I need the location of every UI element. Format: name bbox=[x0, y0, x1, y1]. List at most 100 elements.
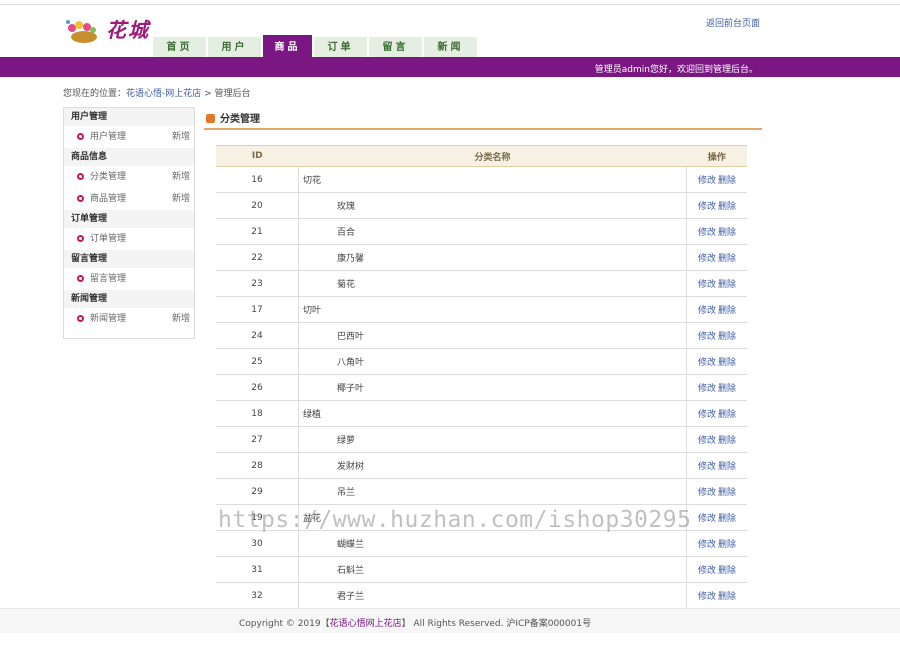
delete-link[interactable]: 删除 bbox=[718, 306, 736, 316]
table-row: 23 菊花 修改 删除 bbox=[216, 270, 747, 297]
table-row: 18 绿植 修改 删除 bbox=[216, 400, 747, 427]
nav-tab-home[interactable]: 首页 bbox=[153, 37, 206, 57]
edit-link[interactable]: 修改 bbox=[698, 514, 716, 524]
edit-link[interactable]: 修改 bbox=[698, 384, 716, 394]
sidebar-item-label: 订单管理 bbox=[90, 234, 127, 244]
column-header-name: 分类名称 bbox=[298, 145, 687, 167]
section-title: 分类管理 bbox=[206, 110, 260, 125]
edit-link[interactable]: 修改 bbox=[698, 254, 716, 264]
edit-link[interactable]: 修改 bbox=[698, 358, 716, 368]
welcome-text: 管理员admin您好，欢迎回到管理后台。 bbox=[594, 65, 758, 75]
delete-link[interactable]: 删除 bbox=[718, 540, 736, 550]
edit-link[interactable]: 修改 bbox=[698, 228, 716, 238]
column-header-id: ID bbox=[216, 145, 299, 167]
breadcrumb-separator: > bbox=[201, 89, 215, 99]
sidebar-add-user-link[interactable]: 新增 bbox=[172, 126, 190, 148]
cell-actions: 修改 删除 bbox=[686, 504, 747, 531]
delete-link[interactable]: 删除 bbox=[718, 176, 736, 186]
edit-link[interactable]: 修改 bbox=[698, 306, 716, 316]
table-row: 16 切花 修改 删除 bbox=[216, 166, 747, 193]
delete-link[interactable]: 删除 bbox=[718, 254, 736, 264]
nav-tab-orders[interactable]: 订单 bbox=[314, 37, 367, 57]
sidebar-item-news-manage[interactable]: 新闻管理 新增 bbox=[64, 308, 194, 330]
edit-link[interactable]: 修改 bbox=[698, 462, 716, 472]
delete-link[interactable]: 删除 bbox=[718, 410, 736, 420]
cell-category-name: 玫瑰 bbox=[298, 192, 687, 219]
return-frontend-link[interactable]: 返回前台页面 bbox=[706, 16, 760, 29]
bullet-icon bbox=[77, 195, 84, 202]
delete-link[interactable]: 删除 bbox=[718, 384, 736, 394]
table-row: 20 玫瑰 修改 删除 bbox=[216, 192, 747, 219]
sidebar-item-order-manage[interactable]: 订单管理 bbox=[64, 228, 194, 250]
nav-tab-products[interactable]: 商品 bbox=[263, 35, 312, 57]
edit-link[interactable]: 修改 bbox=[698, 488, 716, 498]
sidebar-item-product-manage[interactable]: 商品管理 新增 bbox=[64, 188, 194, 210]
cell-id: 27 bbox=[216, 426, 299, 453]
section-title-icon bbox=[206, 114, 215, 123]
sidebar-add-category-link[interactable]: 新增 bbox=[172, 166, 190, 188]
sidebar-item-user-manage[interactable]: 用户管理 新增 bbox=[64, 126, 194, 148]
cell-id: 16 bbox=[216, 166, 299, 193]
sidebar-item-label: 新闻管理 bbox=[90, 314, 127, 324]
table-row: 25 八角叶 修改 删除 bbox=[216, 348, 747, 375]
sidebar-group-products: 商品信息 bbox=[64, 148, 194, 166]
cell-actions: 修改 删除 bbox=[686, 426, 747, 453]
sidebar-group-messages: 留言管理 bbox=[64, 250, 194, 268]
delete-link[interactable]: 删除 bbox=[718, 436, 736, 446]
sidebar-item-label: 用户管理 bbox=[90, 132, 127, 142]
section-divider bbox=[204, 128, 762, 130]
footer-copyright: Copyright © 2019【花语心悟网上花店】 All Rights Re… bbox=[239, 616, 591, 629]
column-header-ops: 操作 bbox=[686, 145, 747, 167]
edit-link[interactable]: 修改 bbox=[698, 592, 716, 602]
breadcrumb-site-link[interactable]: 花语心悟-网上花店 bbox=[126, 89, 201, 99]
delete-link[interactable]: 删除 bbox=[718, 462, 736, 472]
delete-link[interactable]: 删除 bbox=[718, 358, 736, 368]
edit-link[interactable]: 修改 bbox=[698, 176, 716, 186]
sidebar-item-message-manage[interactable]: 留言管理 bbox=[64, 268, 194, 290]
sidebar-add-product-link[interactable]: 新增 bbox=[172, 188, 190, 210]
table-row: 26 椰子叶 修改 删除 bbox=[216, 374, 747, 401]
category-table: ID 分类名称 操作 16 切花 修改 删除 20 玫瑰 修改 删除 21 百合 修改 删除 22 康乃馨… bbox=[216, 145, 747, 610]
edit-link[interactable]: 修改 bbox=[698, 566, 716, 576]
cell-id: 24 bbox=[216, 322, 299, 349]
delete-link[interactable]: 删除 bbox=[718, 592, 736, 602]
sidebar-item-label: 商品管理 bbox=[90, 194, 127, 204]
cell-category-name: 石斛兰 bbox=[298, 556, 687, 583]
main-nav: 首页 用户 商品 订单 留言 新闻 bbox=[153, 35, 477, 57]
footer-suffix: 】 All Rights Reserved. 沪ICP备案000001号 bbox=[401, 619, 592, 629]
cell-actions: 修改 删除 bbox=[686, 166, 747, 193]
cell-category-name: 康乃馨 bbox=[298, 244, 687, 271]
sidebar-item-category-manage[interactable]: 分类管理 新增 bbox=[64, 166, 194, 188]
delete-link[interactable]: 删除 bbox=[718, 566, 736, 576]
edit-link[interactable]: 修改 bbox=[698, 410, 716, 420]
delete-link[interactable]: 删除 bbox=[718, 228, 736, 238]
cell-actions: 修改 删除 bbox=[686, 452, 747, 479]
edit-link[interactable]: 修改 bbox=[698, 436, 716, 446]
section-title-text: 分类管理 bbox=[220, 114, 260, 125]
sidebar-group-news: 新闻管理 bbox=[64, 290, 194, 308]
cell-actions: 修改 删除 bbox=[686, 218, 747, 245]
table-row: 27 绿萝 修改 删除 bbox=[216, 426, 747, 453]
breadcrumb: 您现在的位置：花语心悟-网上花店 > 管理后台 bbox=[63, 86, 251, 99]
nav-tab-messages[interactable]: 留言 bbox=[369, 37, 422, 57]
sidebar-add-news-link[interactable]: 新增 bbox=[172, 308, 190, 330]
nav-tab-news[interactable]: 新闻 bbox=[424, 37, 477, 57]
nav-tab-users[interactable]: 用户 bbox=[208, 37, 261, 57]
cell-id: 25 bbox=[216, 348, 299, 375]
edit-link[interactable]: 修改 bbox=[698, 280, 716, 290]
cell-id: 31 bbox=[216, 556, 299, 583]
cell-category-name: 绿植 bbox=[298, 400, 687, 427]
edit-link[interactable]: 修改 bbox=[698, 540, 716, 550]
breadcrumb-prefix: 您现在的位置： bbox=[63, 89, 127, 99]
delete-link[interactable]: 删除 bbox=[718, 488, 736, 498]
edit-link[interactable]: 修改 bbox=[698, 202, 716, 212]
edit-link[interactable]: 修改 bbox=[698, 332, 716, 342]
cell-category-name: 八角叶 bbox=[298, 348, 687, 375]
delete-link[interactable]: 删除 bbox=[718, 332, 736, 342]
cell-id: 20 bbox=[216, 192, 299, 219]
delete-link[interactable]: 删除 bbox=[718, 202, 736, 212]
delete-link[interactable]: 删除 bbox=[718, 514, 736, 524]
table-row: 28 发财树 修改 删除 bbox=[216, 452, 747, 479]
site-logo[interactable]: 花城 bbox=[62, 12, 152, 46]
delete-link[interactable]: 删除 bbox=[718, 280, 736, 290]
